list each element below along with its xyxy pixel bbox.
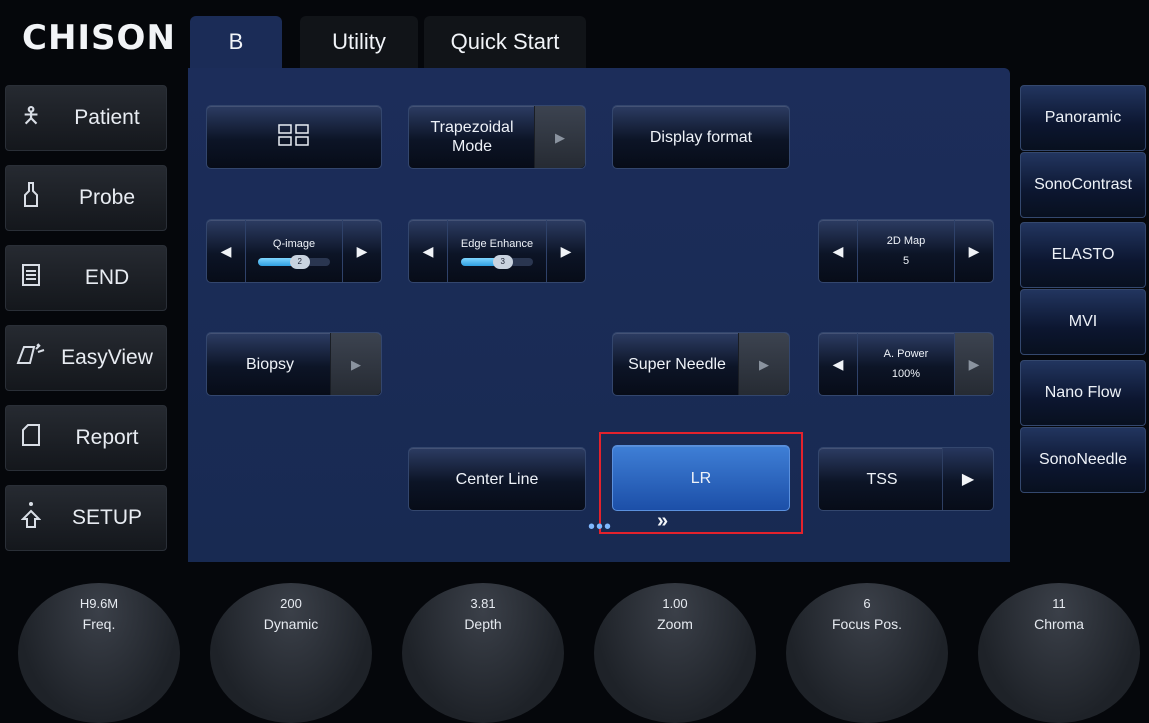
left-arrow-icon[interactable]: ◀ bbox=[819, 333, 858, 395]
knob-chroma[interactable]: 11 Chroma bbox=[978, 583, 1140, 723]
knob-value: 11 bbox=[1052, 596, 1066, 611]
sidebar-item-probe[interactable]: Probe bbox=[5, 165, 167, 231]
knob-label: Depth bbox=[464, 616, 502, 632]
biopsy-button[interactable]: Biopsy ▶ bbox=[206, 332, 382, 396]
page-indicator: ••• bbox=[588, 516, 613, 538]
report-icon bbox=[6, 423, 56, 453]
knob-label: Zoom bbox=[657, 616, 693, 632]
knob-focus-pos[interactable]: 6 Focus Pos. bbox=[786, 583, 948, 723]
tab-b[interactable]: B bbox=[190, 16, 282, 68]
sidebar-item-end[interactable]: END bbox=[5, 245, 167, 311]
edge-enhance-slider[interactable]: 3 bbox=[461, 254, 533, 269]
knob-value: 3.81 bbox=[470, 596, 496, 611]
tab-utility[interactable]: Utility bbox=[300, 16, 418, 68]
right-arrow-icon[interactable]: ▶ bbox=[954, 220, 993, 282]
sidebar-item-report[interactable]: Report bbox=[5, 405, 167, 471]
sidebar-item-label: SETUP bbox=[71, 506, 142, 529]
nano-flow-button[interactable]: Nano Flow bbox=[1020, 360, 1146, 426]
knob-label: Focus Pos. bbox=[831, 616, 903, 632]
edge-enhance-stepper[interactable]: ◀ Edge Enhance 3 ▶ bbox=[408, 219, 586, 283]
probe-icon bbox=[6, 182, 56, 214]
knob-value: 200 bbox=[280, 596, 302, 611]
sidebar-item-setup[interactable]: SETUP bbox=[5, 485, 167, 551]
knob-dynamic[interactable]: 200 Dynamic bbox=[210, 583, 372, 723]
knob-value: 6 bbox=[863, 596, 871, 611]
panoramic-button[interactable]: Panoramic bbox=[1020, 85, 1146, 151]
left-arrow-icon[interactable]: ◀ bbox=[409, 220, 448, 282]
sonocontrast-button[interactable]: SonoContrast bbox=[1020, 152, 1146, 218]
play-arrow-icon: ▶ bbox=[534, 106, 585, 168]
sidebar-item-label: END bbox=[84, 266, 130, 289]
sononeedle-button[interactable]: SonoNeedle bbox=[1020, 427, 1146, 493]
sidebar-item-patient[interactable]: 🯅 Patient bbox=[5, 85, 167, 151]
sidebar-item-label: Report bbox=[75, 426, 139, 449]
knob-value: H9.6M bbox=[79, 596, 119, 611]
person-icon: 🯅 bbox=[21, 103, 41, 128]
trapezoidal-mode-button[interactable]: Trapezoidal Mode ▶ bbox=[408, 105, 586, 169]
a-power-stepper[interactable]: ◀ A. Power 100% ▶ bbox=[818, 332, 994, 396]
sidebar-item-label: Patient bbox=[74, 106, 140, 129]
knob-depth[interactable]: 3.81 Depth bbox=[402, 583, 564, 723]
super-needle-button[interactable]: Super Needle ▶ bbox=[612, 332, 790, 396]
easyview-icon bbox=[6, 343, 56, 373]
next-page-button[interactable]: » bbox=[657, 510, 668, 533]
center-line-button[interactable]: Center Line bbox=[408, 447, 586, 511]
elasto-button[interactable]: ELASTO bbox=[1020, 222, 1146, 288]
2d-map-value: 5 bbox=[902, 255, 910, 267]
display-format-button[interactable]: Display format bbox=[612, 105, 790, 169]
knob-freq[interactable]: H9.6M Freq. bbox=[18, 583, 180, 723]
a-power-value: 100% bbox=[891, 368, 921, 380]
knob-zoom[interactable]: 1.00 Zoom bbox=[594, 583, 756, 723]
knob-label: Chroma bbox=[1034, 616, 1084, 632]
biopsy-label: Biopsy bbox=[245, 355, 295, 373]
tab-quick-start[interactable]: Quick Start bbox=[424, 16, 586, 68]
left-arrow-icon[interactable]: ◀ bbox=[207, 220, 246, 282]
knob-value: 1.00 bbox=[662, 596, 688, 611]
knob-label: Freq. bbox=[82, 616, 116, 632]
tss-button[interactable]: TSS ▶ bbox=[818, 447, 994, 511]
left-arrow-icon[interactable]: ◀ bbox=[819, 220, 858, 282]
edge-enhance-label: Edge Enhance bbox=[460, 237, 534, 250]
q-image-control: Q-image 2 bbox=[246, 220, 342, 282]
right-arrow-icon[interactable]: ▶ bbox=[546, 220, 585, 282]
sidebar-item-label: Probe bbox=[78, 186, 136, 209]
play-arrow-icon: ▶ bbox=[942, 448, 993, 510]
setup-icon bbox=[6, 501, 56, 535]
a-power-label: A. Power bbox=[883, 348, 929, 360]
2d-map-label: 2D Map bbox=[886, 235, 926, 247]
slider-knob[interactable]: 2 bbox=[289, 254, 310, 269]
right-arrow-icon[interactable]: ▶ bbox=[954, 333, 993, 395]
lr-button[interactable]: LR bbox=[612, 445, 790, 511]
sidebar-item-label: EasyView bbox=[61, 346, 153, 369]
q-image-label: Q-image bbox=[272, 237, 316, 250]
chison-logo: CHISON bbox=[22, 18, 176, 58]
trapezoidal-mode-label: Trapezoidal Mode bbox=[430, 119, 514, 155]
play-arrow-icon: ▶ bbox=[330, 333, 381, 395]
2d-map-control: 2D Map 5 bbox=[858, 220, 954, 282]
q-image-slider[interactable]: 2 bbox=[258, 254, 330, 269]
q-image-stepper[interactable]: ◀ Q-image 2 ▶ bbox=[206, 219, 382, 283]
sidebar-item-easyview[interactable]: EasyView bbox=[5, 325, 167, 391]
2d-map-stepper[interactable]: ◀ 2D Map 5 ▶ bbox=[818, 219, 994, 283]
layout-button[interactable] bbox=[206, 105, 382, 169]
edge-enhance-control: Edge Enhance 3 bbox=[448, 220, 546, 282]
a-power-control: A. Power 100% bbox=[858, 333, 954, 395]
right-arrow-icon[interactable]: ▶ bbox=[342, 220, 381, 282]
super-needle-label: Super Needle bbox=[628, 355, 726, 373]
slider-knob[interactable]: 3 bbox=[492, 254, 513, 269]
play-arrow-icon: ▶ bbox=[738, 333, 789, 395]
end-exam-icon bbox=[6, 263, 56, 293]
grid-layout-icon bbox=[277, 123, 311, 152]
knob-label: Dynamic bbox=[263, 616, 319, 632]
tss-label: TSS bbox=[866, 470, 898, 488]
mvi-button[interactable]: MVI bbox=[1020, 289, 1146, 355]
